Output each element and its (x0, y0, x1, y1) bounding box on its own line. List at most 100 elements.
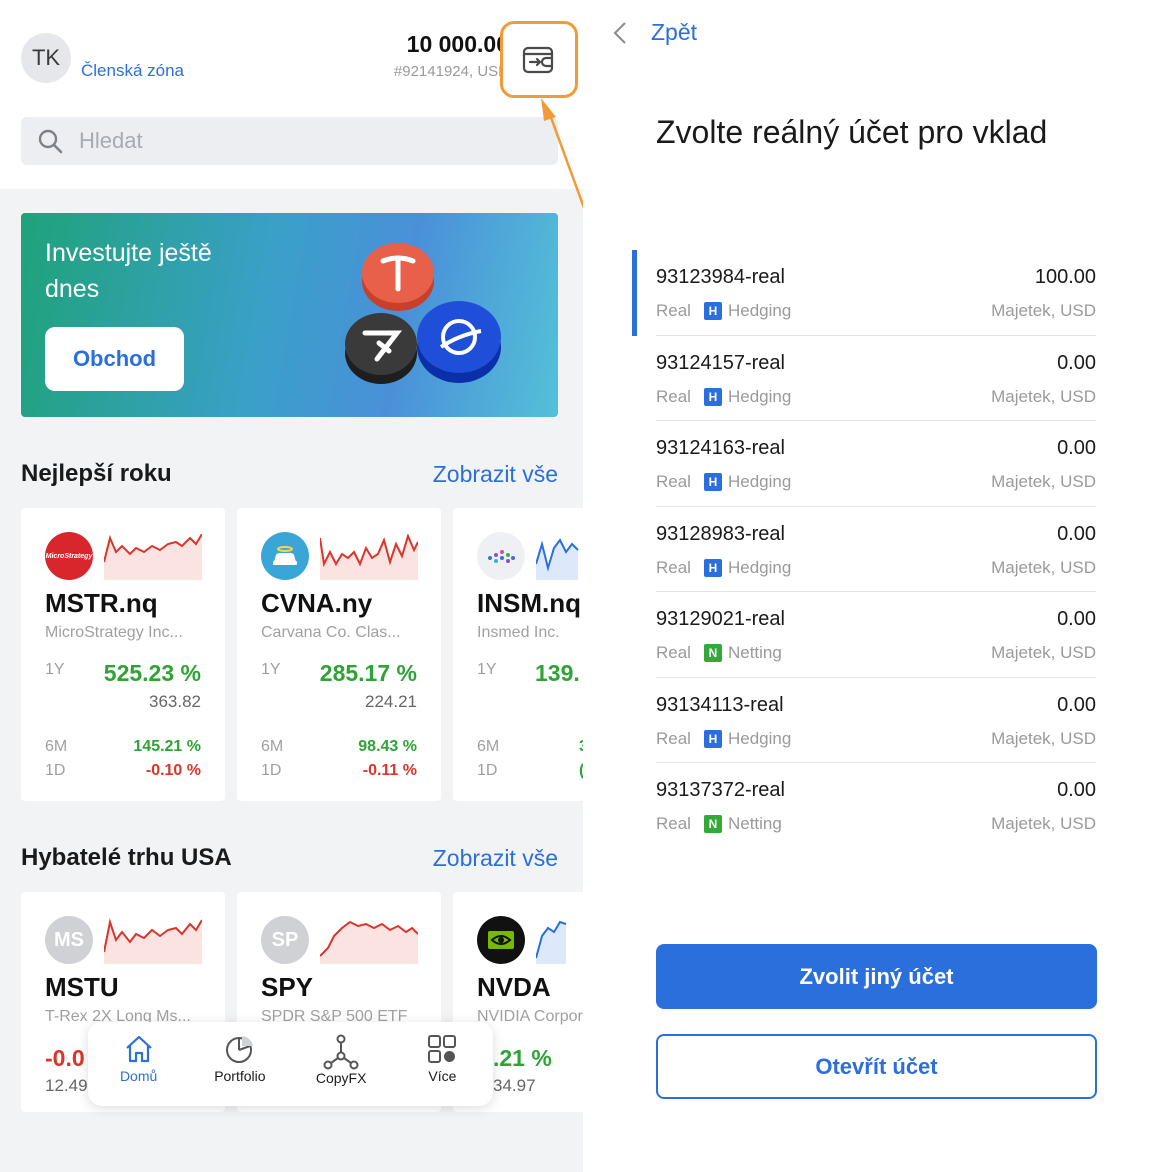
account-meta: Real N Netting (656, 814, 782, 834)
account-row[interactable]: 93128983-real 0.00 Real H Hedging Majete… (656, 507, 1096, 592)
pie-chart-icon (225, 1036, 253, 1063)
nav-label: Domů (119, 1068, 158, 1084)
change-pct: .21 % (493, 1045, 552, 1071)
netting-badge: N (703, 815, 722, 833)
account-type: Real (656, 557, 691, 577)
deposit-wallet-button[interactable] (500, 21, 578, 98)
trade-button[interactable]: Obchod (45, 327, 184, 391)
account-row[interactable]: 93137372-real 0.00 Real N Netting Majete… (656, 763, 1096, 849)
ticker: CVNA.ny (261, 588, 373, 618)
period-label: 1D (477, 762, 498, 779)
change-1y: 285.17 % (319, 660, 417, 686)
account-name: 93124163-real (656, 437, 785, 459)
account-currency: Majetek, USD (991, 643, 1096, 662)
stock-card-cvna[interactable]: CVNA.ny Carvana Co. Clas... 1Y 285.17 % … (237, 508, 441, 801)
period-label: 1Y (477, 661, 497, 678)
account-mode: Hedging (727, 386, 792, 406)
account-balance: 0.00 (1057, 522, 1096, 545)
period-label: 1Y (45, 661, 65, 678)
bottom-nav: Domů Portfolio CopyFX Více (88, 1022, 493, 1106)
account-currency: Majetek, USD (991, 557, 1096, 577)
account-mode: Hedging (727, 728, 792, 748)
mstu-logo: MS (45, 916, 93, 964)
grid-icon (428, 1035, 457, 1063)
account-type: Real (656, 728, 691, 748)
sparkline-chart (104, 918, 202, 964)
hedging-badge: H (703, 558, 722, 577)
account-row[interactable]: 93124163-real 0.00 Real H Hedging Majete… (656, 421, 1096, 507)
open-account-button[interactable]: Otevřít účet (656, 1034, 1097, 1099)
account-meta: Real H Hedging (656, 301, 791, 321)
period-label: 1Y (261, 661, 281, 678)
nav-label: CopyFX (315, 1070, 367, 1086)
period-label: 6M (477, 738, 500, 755)
account-mode: Netting (727, 814, 782, 833)
change-6m: 98.43 % (358, 738, 417, 755)
price: 12.49 (45, 1076, 88, 1095)
member-zone-link[interactable]: Členská zóna (81, 61, 184, 81)
account-mode: Hedging (727, 557, 792, 577)
account-currency: Majetek, USD (991, 386, 1096, 406)
spy-logo: SP (261, 916, 309, 964)
sparkline-chart (320, 920, 418, 964)
change-1y: 525.23 % (103, 660, 201, 686)
price: 224.21 (365, 692, 417, 711)
account-currency: Majetek, USD (991, 301, 1096, 320)
account-mode: Netting (727, 643, 782, 662)
account-currency: Majetek, USD (991, 472, 1096, 491)
account-type: Real (656, 301, 691, 320)
sparkline-chart (104, 534, 202, 580)
account-balance: 10 000.00 (406, 31, 509, 57)
search-bar[interactable]: Hledat (21, 117, 558, 165)
change-1d: -0.11 % (362, 762, 417, 779)
period-label: 1D (45, 762, 66, 779)
sparkline-chart (536, 538, 579, 580)
account-row[interactable]: 93129021-real 0.00 Real N Netting Majete… (656, 592, 1096, 678)
choose-other-account-button[interactable]: Zvolit jiný účet (656, 944, 1097, 1009)
change-6m: 145.21 % (133, 738, 201, 755)
microstrategy-logo: MicroStrategy (45, 532, 93, 580)
change-1y: 139. (535, 660, 580, 686)
account-name: 93123984-real (656, 266, 785, 288)
account-balance: 0.00 (1057, 693, 1096, 716)
company-name: Insmed Inc. (477, 624, 560, 641)
hedging-badge: H (703, 473, 722, 491)
dots-logo-icon (488, 550, 515, 563)
ticker: NVDA (477, 972, 551, 1002)
account-row[interactable]: 93124157-real 0.00 Real H Hedging Majete… (656, 336, 1096, 421)
account-row[interactable]: 93123984-real 100.00 Real H Hedging Maje… (632, 250, 1096, 336)
us-movers-show-all[interactable]: Zobrazit vše (433, 845, 558, 872)
netting-badge: N (703, 644, 722, 662)
change-1d: -0.10 % (145, 762, 201, 779)
nav-portfolio[interactable]: Portfolio (189, 1022, 290, 1106)
company-name: Carvana Co. Clas... (261, 624, 401, 641)
stock-coins-illustration (345, 243, 501, 384)
company-name: MicroStrategy Inc... (45, 624, 183, 641)
nvidia-logo (477, 916, 525, 964)
nav-home[interactable]: Domů (88, 1022, 189, 1106)
account-name: 93134113-real (656, 693, 784, 716)
account-balance: 100.00 (1034, 266, 1096, 288)
account-meta: Real H Hedging (656, 558, 791, 578)
period-label: 1D (261, 762, 282, 779)
account-currency: Majetek, USD (991, 814, 1096, 833)
stock-card-mstr[interactable]: MicroStrategy MSTR.nq MicroStrategy Inc.… (21, 508, 225, 801)
us-movers-title: Hybatelé trhu USA (21, 844, 232, 871)
account-row[interactable]: 93134113-real 0.00 Real H Hedging Majete… (656, 678, 1096, 763)
price: 363.82 (149, 692, 201, 711)
promo-banner[interactable]: Investujte ještě dnes Obchod (21, 213, 558, 417)
home-header: TK Členská zóna 10 000.00 #92141924, USD… (0, 0, 583, 189)
page-title: Zvolte reálný účet pro vklad (656, 114, 1048, 150)
account-mode: Hedging (727, 301, 792, 320)
home-icon (125, 1035, 152, 1063)
avatar[interactable]: TK (21, 33, 71, 83)
carvana-logo (261, 532, 309, 580)
best-of-year-show-all[interactable]: Zobrazit vše (433, 461, 558, 488)
search-placeholder: Hledat (79, 128, 143, 153)
back-button[interactable]: Zpět (613, 19, 697, 46)
nav-more[interactable]: Více (392, 1022, 493, 1106)
nav-copyfx[interactable]: CopyFX (291, 1022, 392, 1106)
stock-card-insm[interactable]: INSM.nq Insmed Inc. 1Y 139. 6M 3 1D ( (453, 508, 583, 801)
account-type: Real (656, 814, 691, 833)
account-meta: Real N Netting (656, 643, 782, 663)
